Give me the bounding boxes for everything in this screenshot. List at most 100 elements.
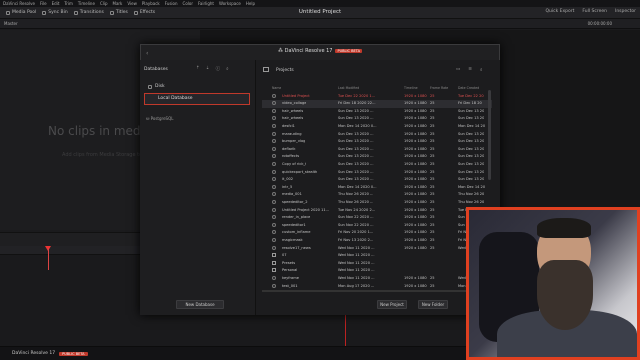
project-frame-rate: 25 <box>430 108 435 113</box>
project-frame-rate: 25 <box>430 245 435 250</box>
column-name[interactable]: Name <box>272 86 281 90</box>
project-last-modified: Sun Dec 13 2020 ... <box>338 131 374 136</box>
cut-page-icon[interactable] <box>236 349 246 357</box>
project-date-created: Sun Dec 13 20 <box>458 108 485 113</box>
project-frame-rate: 25 <box>430 237 435 242</box>
project-name: intr_5 <box>282 184 293 189</box>
projects-list: Untitled Project Tue Dec 22 2020 1... 1920… <box>262 92 492 290</box>
info-icon[interactable]: ⓘ <box>216 66 221 72</box>
deliver-page-icon[interactable] <box>437 349 447 357</box>
back-arrow-icon[interactable]: ‹ <box>146 50 148 57</box>
menu-item-trim[interactable]: Trim <box>64 1 73 6</box>
project-icon <box>272 169 276 174</box>
projects-scrollbar[interactable] <box>488 90 491 180</box>
project-frame-rate: 25 <box>430 184 435 189</box>
new-folder-button[interactable]: New Folder <box>418 300 448 309</box>
project-row[interactable]: test_001 Mon Aug 17 2020 ... 1920 x 1080 25… <box>262 282 492 290</box>
project-name: keyframe <box>282 275 299 280</box>
column-frame-rate[interactable]: Frame Rate <box>430 86 448 90</box>
project-icon <box>272 177 276 182</box>
project-name: marauding <box>282 131 302 136</box>
column-last-modified[interactable]: Last Modified <box>338 86 359 90</box>
full-screen-button[interactable]: Full Screen <box>582 9 607 14</box>
download-icon[interactable]: ⇣ <box>206 66 210 72</box>
project-name: Untitled Project 2020 11... <box>282 207 330 212</box>
new-database-button[interactable]: New Database <box>176 300 224 309</box>
menu-item-playback[interactable]: Playback <box>142 1 160 6</box>
upload-icon[interactable]: ⇡ <box>196 66 200 72</box>
sync-bin-button[interactable]: Sync Bin <box>42 10 68 15</box>
quick-export-button[interactable]: Quick Export <box>546 9 575 14</box>
project-icon <box>272 237 276 242</box>
project-timeline-res: 1920 x 1080 <box>404 123 427 128</box>
project-name: desfcl1 <box>282 123 295 128</box>
project-frame-rate: 25 <box>430 222 435 227</box>
new-project-button[interactable]: New Project <box>377 300 407 309</box>
transitions-button[interactable]: Transitions <box>73 10 104 15</box>
playhead[interactable] <box>48 248 49 270</box>
project-last-modified: Sun Dec 13 2020 ... <box>338 161 374 166</box>
project-last-modified: Sun Dec 13 2020 ... <box>338 154 374 159</box>
menu-item-timeline[interactable]: Timeline <box>78 1 95 6</box>
project-name: custom_inflame <box>282 230 311 235</box>
master-label: Master <box>4 21 18 26</box>
project-timeline-res: 1920 x 1080 <box>404 192 427 197</box>
project-timeline-res: 1920 x 1080 <box>404 93 427 98</box>
thumbnail-view-icon[interactable]: ▭ <box>456 67 460 73</box>
inspector-button[interactable]: Inspector <box>615 9 636 14</box>
menu-item-mark[interactable]: Mark <box>113 1 123 6</box>
project-name: Personal <box>282 268 298 273</box>
edit-page-icon[interactable] <box>277 349 287 357</box>
column-timeline[interactable]: Timeline <box>404 86 418 90</box>
project-last-modified: Fri Nov 20 2020 1... <box>338 230 374 235</box>
menu-item-fusion[interactable]: Fusion <box>165 1 178 6</box>
color-page-icon[interactable] <box>357 349 367 357</box>
column-date-created[interactable]: Date Created <box>458 86 479 90</box>
media-pool-button[interactable]: Media Pool <box>6 10 36 15</box>
menu-item-fairlight[interactable]: Fairlight <box>198 1 214 6</box>
menu-item-edit[interactable]: Edit <box>52 1 60 6</box>
menu-item-workspace[interactable]: Workspace <box>219 1 241 6</box>
project-icon <box>272 192 276 197</box>
project-frame-rate: 25 <box>430 207 435 212</box>
project-last-modified: Sun Dec 13 2020 ... <box>338 169 374 174</box>
menu-item-view[interactable]: View <box>127 1 137 6</box>
menu-item-davinci-resolve[interactable]: DaVinci Resolve <box>3 1 35 6</box>
project-icon <box>272 139 276 144</box>
fairlight-page-icon[interactable] <box>397 349 407 357</box>
dialog-beta-badge: PUBLIC BETA <box>335 49 362 53</box>
search-icon[interactable]: ⌕ <box>480 67 483 73</box>
project-icon <box>272 108 276 113</box>
project-name: it_002 <box>282 177 294 182</box>
project-icon <box>272 154 276 159</box>
project-title: Untitled Project <box>298 9 342 15</box>
project-name: Presets <box>282 260 296 265</box>
project-icon <box>272 275 276 280</box>
titles-button[interactable]: Titles <box>109 10 128 15</box>
list-view-icon[interactable]: ≡ <box>468 67 472 73</box>
project-date-created: Sun Dec 13 20 <box>458 139 485 144</box>
project-last-modified: Thu Nov 26 2020 ... <box>338 199 374 204</box>
project-last-modified: Wed Nov 11 2020 ... <box>338 245 375 250</box>
fusion-page-icon[interactable] <box>317 349 327 357</box>
timecode: 00:00:00:00 <box>587 21 612 26</box>
menu-item-clip[interactable]: Clip <box>100 1 108 6</box>
project-date-created: Fri Dec 18 20 <box>458 101 482 106</box>
menu-item-file[interactable]: File <box>40 1 47 6</box>
dialog-title: ⁂ DaVinci Resolve 17 PUBLIC BETA <box>278 48 362 54</box>
toggle-sidebar-icon[interactable] <box>263 67 269 72</box>
project-frame-rate: 25 <box>430 199 435 204</box>
postgresql-item[interactable]: ⛁ PostgreSQL <box>146 116 173 121</box>
search-icon[interactable]: ⌕ <box>226 66 229 72</box>
effects-button[interactable]: Effects <box>133 10 155 15</box>
project-last-modified: Thu Nov 26 2020 ... <box>338 192 374 197</box>
projects-actions: ▭ ≡ ⌕ <box>456 67 483 73</box>
project-name: magicmask <box>282 237 303 242</box>
menu-item-help[interactable]: Help <box>246 1 255 6</box>
project-name: 07 <box>282 253 287 258</box>
project-timeline-res: 1920 x 1080 <box>404 169 427 174</box>
project-last-modified: Tue Dec 22 2020 1... <box>338 93 376 98</box>
projects-hscrollbar[interactable] <box>262 290 488 292</box>
menu-item-color[interactable]: Color <box>183 1 193 6</box>
project-timeline-res: 1920 x 1080 <box>404 245 427 250</box>
